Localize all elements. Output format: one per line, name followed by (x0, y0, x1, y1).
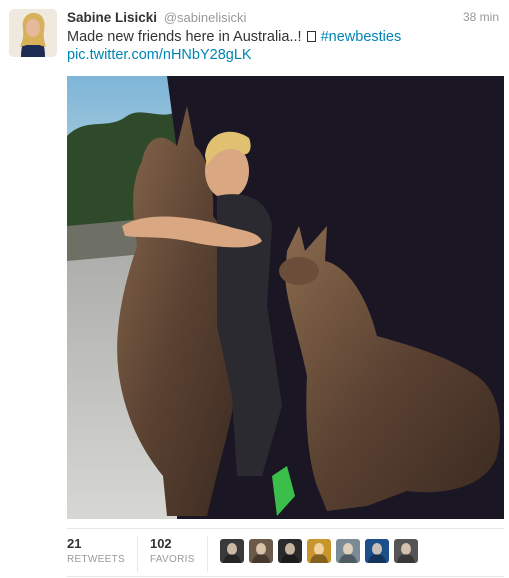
favoriter-avatar-3[interactable] (277, 539, 302, 563)
retweets-label: RETWEETS (67, 554, 125, 565)
retweets-stat[interactable]: 21 RETWEETS (67, 536, 138, 572)
favoriter-avatar-4[interactable] (306, 539, 331, 563)
favorites-count: 102 (149, 536, 172, 551)
favorites-stat[interactable]: 102 FAVORIS (150, 536, 208, 572)
tweet-text-main: Made new friends here in Australia..! (67, 29, 302, 45)
username[interactable]: @sabinelisicki (164, 10, 247, 25)
unsupported-glyph-icon (306, 31, 316, 42)
tweet-header: Sabine Lisicki @sabinelisicki 38 min (67, 10, 499, 28)
favoriter-avatar-2[interactable] (248, 539, 273, 563)
favoriters-list (219, 539, 418, 563)
fullname[interactable]: Sabine Lisicki (67, 10, 157, 25)
tweet: Sabine Lisicki @sabinelisicki 38 min Mad… (0, 0, 509, 578)
favorites-label: FAVORIS (149, 554, 195, 565)
favoriter-avatar-6[interactable] (364, 539, 389, 563)
timestamp[interactable]: 38 min (463, 10, 499, 24)
favoriter-avatar-7[interactable] (393, 539, 418, 563)
avatar[interactable] (9, 9, 57, 57)
divider (67, 528, 504, 529)
tweet-text: Made new friends here in Australia..! #n… (67, 28, 497, 64)
retweets-count: 21 (67, 536, 82, 551)
hashtag-link[interactable]: #newbesties (321, 29, 402, 45)
favoriter-avatar-1[interactable] (219, 539, 244, 563)
tweet-photo[interactable] (67, 76, 504, 519)
media-link[interactable]: pic.twitter.com/nHNbY28gLK (67, 47, 252, 63)
favoriter-avatar-5[interactable] (335, 539, 360, 563)
divider (67, 576, 504, 577)
tweet-stats: 21 RETWEETS 102 FAVORIS (67, 536, 418, 572)
